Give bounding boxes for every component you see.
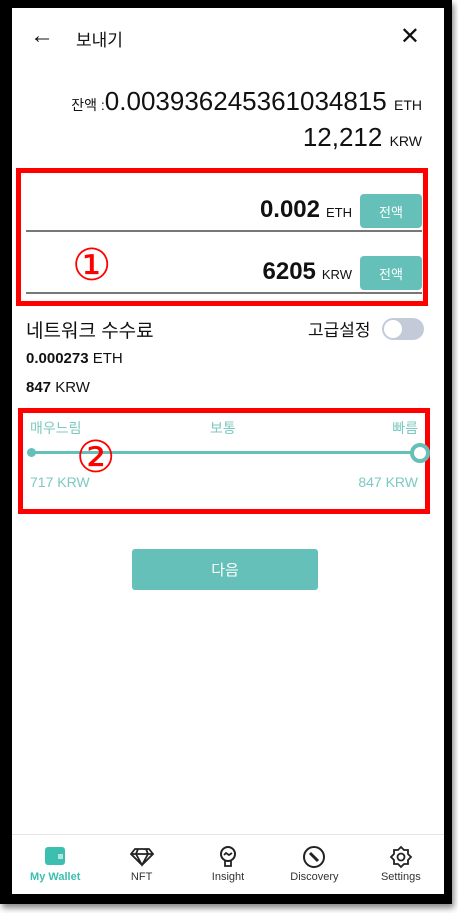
fee-krw: 847 KRW: [26, 379, 90, 396]
fee-eth-value: 0.000273: [26, 350, 89, 367]
tab-label: Insight: [211, 871, 245, 883]
tab-label: My Wallet: [30, 871, 81, 883]
balance-eth-value: 0.003936245361034815: [104, 86, 387, 116]
compass-icon: [302, 845, 326, 871]
eth-amount-value: 0.002: [259, 196, 320, 223]
speed-fast-label: 빠름: [392, 420, 418, 436]
fee-krw-value: 847: [26, 379, 52, 396]
tab-label: Settings: [380, 871, 421, 883]
screen: ← 보내기 ✕ 잔액 :0.003936245361034815 ETH 12,…: [12, 8, 444, 894]
krw-max-button[interactable]: 전액: [360, 256, 422, 290]
eth-max-button[interactable]: 전액: [360, 194, 422, 228]
balance-krw-value: 12,212: [302, 122, 383, 152]
tab-label: NFT: [130, 871, 153, 883]
tab-discovery[interactable]: Discovery: [271, 835, 357, 894]
speed-max-fee: 847 KRW: [358, 474, 418, 490]
tab-settings[interactable]: Settings: [358, 835, 444, 894]
advanced-toggle[interactable]: [382, 318, 424, 340]
slider-start-dot: [27, 448, 36, 457]
diamond-icon: [129, 845, 155, 871]
balance-eth: 잔액 :0.003936245361034815 ETH: [71, 86, 422, 117]
gear-icon: [389, 845, 413, 871]
balance-krw: 12,212 KRW: [303, 122, 422, 153]
speed-slider-handle[interactable]: [410, 443, 430, 463]
balance-eth-unit: ETH: [394, 97, 422, 113]
annotation-number-2: ②: [76, 433, 116, 482]
eth-amount-field[interactable]: 0.002 ETH 전액: [26, 176, 422, 232]
bottom-tab-bar: My Wallet NFT Insight Discovery Settings: [12, 834, 444, 894]
advanced-label: 고급설정: [308, 321, 371, 340]
page-title: 보내기: [76, 31, 123, 50]
tab-label: Discovery: [290, 871, 339, 883]
speed-slow-label: 매우느림: [30, 420, 82, 436]
tab-nft[interactable]: NFT: [98, 835, 184, 894]
fee-krw-unit: KRW: [55, 379, 90, 396]
next-button[interactable]: 다음: [132, 549, 318, 590]
tab-my-wallet[interactable]: My Wallet: [12, 835, 98, 894]
fee-eth-unit: ETH: [92, 350, 123, 367]
eth-unit: ETH: [326, 205, 352, 220]
lightbulb-icon: [216, 845, 240, 871]
back-button[interactable]: ←: [30, 22, 54, 50]
fee-eth: 0.000273 ETH: [26, 350, 123, 367]
fee-title: 네트워크 수수료: [26, 321, 154, 342]
wallet-icon: [43, 845, 67, 871]
krw-amount-value: 6205: [262, 258, 316, 285]
balance-label: 잔액 :: [71, 97, 105, 113]
speed-normal-label: 보통: [210, 420, 236, 436]
close-button[interactable]: ✕: [400, 22, 420, 51]
annotation-number-1: ①: [72, 241, 112, 290]
krw-unit: KRW: [321, 267, 352, 282]
tab-insight[interactable]: Insight: [185, 835, 271, 894]
balance-krw-unit: KRW: [389, 133, 422, 149]
